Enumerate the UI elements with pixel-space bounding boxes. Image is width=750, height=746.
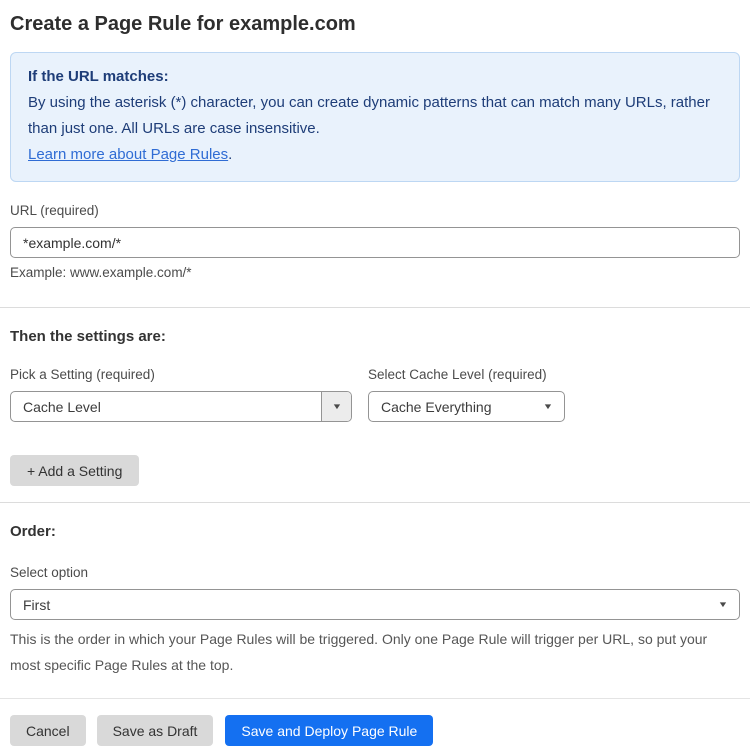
link-suffix: . bbox=[228, 146, 233, 163]
chevron-down-icon: ▼ bbox=[331, 401, 342, 411]
cache-level-select[interactable]: Cache Everything ▼ bbox=[368, 391, 565, 422]
order-section-heading: Order: bbox=[10, 523, 56, 540]
form-actions: Cancel Save as Draft Save and Deploy Pag… bbox=[10, 715, 740, 746]
setting-picker-label: Pick a Setting (required) bbox=[10, 367, 155, 382]
settings-row: Pick a Setting (required) Cache Level ▼ … bbox=[10, 346, 740, 422]
cache-level-column: Select Cache Level (required) Cache Ever… bbox=[368, 346, 565, 422]
page-title: Create a Page Rule for example.com bbox=[10, 13, 356, 35]
chevron-down-icon: ▼ bbox=[717, 599, 729, 609]
info-box-link-line: Learn more about Page Rules. bbox=[28, 142, 722, 168]
learn-more-link[interactable]: Learn more about Page Rules bbox=[28, 146, 228, 163]
order-select[interactable]: First ▼ bbox=[10, 589, 740, 620]
divider bbox=[0, 502, 750, 503]
dropdown-arrow-button[interactable]: ▼ bbox=[321, 392, 351, 421]
divider bbox=[0, 307, 750, 308]
order-select-label: Select option bbox=[10, 565, 89, 580]
settings-section-heading: Then the settings are: bbox=[10, 328, 166, 345]
setting-picker-column: Pick a Setting (required) Cache Level ▼ bbox=[10, 346, 352, 422]
setting-picker-value: Cache Level bbox=[23, 398, 101, 415]
cache-level-value: Cache Everything bbox=[381, 398, 492, 415]
info-box-body: By using the asterisk (*) character, you… bbox=[28, 94, 710, 137]
divider bbox=[0, 698, 750, 699]
cache-level-label: Select Cache Level (required) bbox=[368, 367, 547, 382]
url-match-info-box: If the URL matches: By using the asteris… bbox=[10, 52, 740, 182]
setting-picker-select[interactable]: Cache Level ▼ bbox=[10, 391, 352, 422]
save-deploy-button[interactable]: Save and Deploy Page Rule bbox=[225, 715, 434, 746]
add-setting-button[interactable]: + Add a Setting bbox=[10, 455, 140, 486]
order-helper-text: This is the order in which your Page Rul… bbox=[10, 631, 708, 673]
url-example-helper: Example: www.example.com/* bbox=[10, 265, 192, 280]
order-select-value: First bbox=[23, 596, 51, 613]
save-draft-button[interactable]: Save as Draft bbox=[96, 715, 214, 746]
chevron-down-icon: ▼ bbox=[542, 401, 554, 411]
url-input[interactable] bbox=[10, 227, 740, 258]
cancel-button[interactable]: Cancel bbox=[10, 715, 86, 746]
page-rule-form: Create a Page Rule for example.com If th… bbox=[0, 12, 750, 746]
url-field-label: URL (required) bbox=[10, 203, 99, 218]
info-box-heading: If the URL matches: bbox=[28, 68, 169, 85]
